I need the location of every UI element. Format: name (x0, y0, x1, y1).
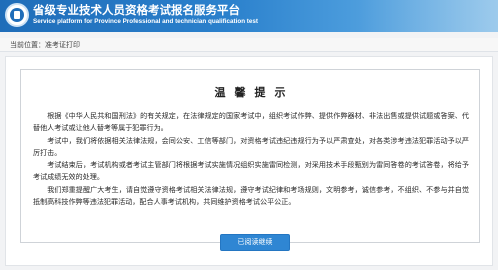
breadcrumb-text: 当前位置：准考证打印 (10, 40, 80, 50)
notice-paragraph: 我们郑重提醒广大考生，请自觉遵守资格考试相关法律法规，遵守考试纪律和考场规则，文… (33, 184, 469, 207)
notice-title: 温馨提示 (214, 86, 295, 99)
breadcrumb-prefix: 当前位置： (10, 41, 45, 49)
notice-paragraph: 考试中，我们将依据相关法律法规，会同公安、工信等部门，对资格考试违纪违规行为予以… (33, 135, 469, 157)
breadcrumb: 当前位置：准考证打印 (0, 38, 498, 52)
site-subtitle: Service platform for Province Profession… (33, 18, 258, 25)
notice-body: 根据《中华人民共和国刑法》的有关规定，在法律规定的国家考试中，组织考试作弊、提供… (33, 110, 469, 208)
seal-logo-icon (5, 3, 29, 27)
continue-button[interactable]: 已阅读继续 (220, 234, 290, 251)
main-card: 温馨提示 根据《中华人民共和国刑法》的有关规定，在法律规定的国家考试中，组织考试… (5, 56, 493, 266)
breadcrumb-current[interactable]: 准考证打印 (45, 41, 80, 49)
notice-box: 温馨提示 根据《中华人民共和国刑法》的有关规定，在法律规定的国家考试中，组织考试… (20, 69, 480, 243)
site-header: 省级专业技术人员资格考试报名服务平台 Service platform for … (0, 0, 498, 32)
notice-paragraph: 根据《中华人民共和国刑法》的有关规定，在法律规定的国家考试中，组织考试作弊、提供… (33, 111, 469, 133)
site-title: 省级专业技术人员资格考试报名服务平台 (33, 3, 240, 17)
notice-paragraph: 考试结束后，考试机构或者考试主管部门将根据考试实施情况组织实施雷同检测，对采用技… (33, 160, 469, 182)
